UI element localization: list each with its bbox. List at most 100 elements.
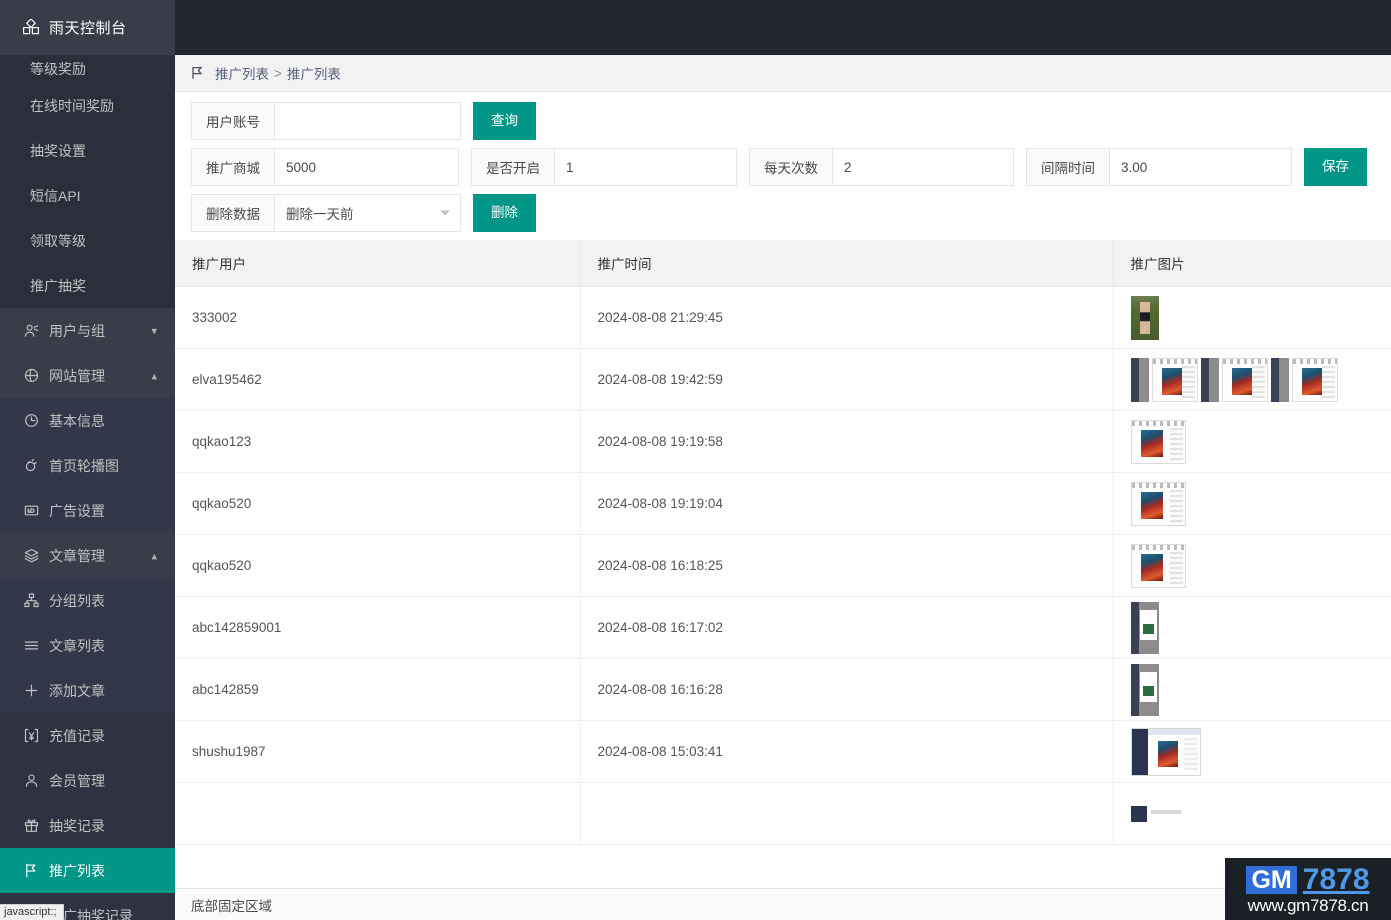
account-input[interactable]: [275, 103, 460, 139]
sidebar-item-5[interactable]: 推广抽奖: [0, 263, 175, 308]
promo-thumbnail[interactable]: [1291, 357, 1338, 402]
save-button[interactable]: 保存: [1304, 148, 1367, 186]
promo-thumbnail[interactable]: [1130, 419, 1186, 464]
col-header-user: 推广用户: [175, 240, 581, 287]
thumbnail-group[interactable]: [1130, 295, 1391, 340]
table-row[interactable]: qqkao520 2024-08-08 19:19:04: [175, 472, 1391, 535]
promo-thumbnail[interactable]: [1130, 727, 1201, 776]
thumbnail-group[interactable]: [1130, 419, 1391, 464]
grid-logo-icon: [23, 19, 40, 36]
interval-input[interactable]: [1110, 149, 1291, 185]
sidebar-item-2[interactable]: 抽奖设置: [0, 128, 175, 173]
sidebar-item-15[interactable]: 充值记录: [0, 713, 175, 758]
table-row[interactable]: qqkao123 2024-08-08 19:19:58: [175, 410, 1391, 473]
cell-image: [1113, 410, 1391, 473]
breadcrumb-separator: >: [274, 65, 282, 81]
sidebar-item-13[interactable]: 文章列表: [0, 623, 175, 668]
thumbnail-group[interactable]: [1130, 727, 1391, 776]
cell-image: [1113, 596, 1391, 659]
sidebar-item-1[interactable]: 在线时间奖励: [0, 83, 175, 128]
flag-icon: [22, 863, 40, 878]
thumbnail-group[interactable]: [1130, 805, 1391, 822]
sidebar-item-label: 文章列表: [49, 637, 105, 654]
sidebar-item-label: 等级奖励: [30, 61, 86, 77]
table-row[interactable]: [175, 782, 1391, 845]
table-row[interactable]: elva195462 2024-08-08 19:42:59: [175, 348, 1391, 411]
table-row[interactable]: abc142859001 2024-08-08 16:17:02: [175, 596, 1391, 659]
watermark-gm: GM: [1246, 865, 1297, 894]
sidebar-item-9[interactable]: 首页轮播图: [0, 443, 175, 488]
promo-thumbnail[interactable]: [1130, 543, 1186, 588]
sidebar-item-label: 短信API: [30, 187, 81, 204]
promo-thumbnail[interactable]: [1130, 481, 1186, 526]
globe-icon: [22, 368, 40, 383]
promo-thumbnail[interactable]: [1151, 357, 1198, 402]
footer-text: 底部固定区域: [191, 898, 272, 914]
enabled-label: 是否开启: [472, 149, 555, 185]
sidebar-item-10[interactable]: 广告设置: [0, 488, 175, 533]
thumbnail-group[interactable]: [1130, 481, 1391, 526]
cell-user: [175, 782, 581, 845]
cell-user: qqkao520: [175, 472, 581, 535]
promo-thumbnail[interactable]: [1130, 357, 1149, 402]
daily-count-field: 每天次数: [749, 148, 1014, 186]
chevron-up-icon: ▴: [151, 550, 157, 562]
cell-user: abc142859001: [175, 596, 581, 659]
table-row[interactable]: shushu1987 2024-08-08 15:03:41: [175, 720, 1391, 783]
promo-thumbnail[interactable]: [1200, 357, 1219, 402]
search-row: 用户账号 查询: [191, 102, 1391, 140]
sidebar-item-17[interactable]: 抽奖记录: [0, 803, 175, 848]
sidebar-item-0[interactable]: 等级奖励: [0, 55, 175, 83]
thumbnail-group[interactable]: [1130, 357, 1391, 402]
col-header-image: 推广图片: [1113, 240, 1391, 287]
table-row[interactable]: 333002 2024-08-08 21:29:45: [175, 286, 1391, 349]
cell-user: shushu1987: [175, 720, 581, 783]
sidebar-item-8[interactable]: 基本信息: [0, 398, 175, 443]
sidebar-item-7[interactable]: 网站管理 ▴: [0, 353, 175, 398]
cell-image: [1113, 782, 1391, 845]
daily-count-input[interactable]: [833, 149, 1013, 185]
promo-thumbnail[interactable]: [1130, 663, 1159, 716]
admin-console-page: 雨天控制台 等级奖励在线时间奖励 抽奖设置短信API 领取等级 推广抽奖 用户与组 ▾ 网站…: [0, 0, 1391, 920]
cell-time: [580, 782, 1114, 845]
layers-icon: [22, 548, 40, 563]
table-row[interactable]: abc142859 2024-08-08 16:16:28: [175, 658, 1391, 721]
mall-label: 推广商城: [192, 149, 275, 185]
cell-image: [1113, 286, 1391, 349]
promo-thumbnail[interactable]: [1221, 357, 1268, 402]
sidebar-item-18[interactable]: 推广列表: [0, 848, 175, 893]
brand-logo[interactable]: 雨天控制台: [0, 0, 175, 55]
promo-thumbnail[interactable]: [1130, 601, 1159, 654]
browser-status-tooltip: javascript:;: [0, 904, 64, 920]
promo-thumbnail[interactable]: [1130, 805, 1201, 822]
user-icon: [22, 773, 40, 788]
sidebar-item-12[interactable]: 分组列表: [0, 578, 175, 623]
enabled-field: 是否开启: [471, 148, 737, 186]
breadcrumb-parent[interactable]: 推广列表: [215, 63, 269, 83]
delete-range-select[interactable]: 删除一天前: [275, 195, 460, 231]
cell-user: 333002: [175, 286, 581, 349]
enabled-input[interactable]: [555, 149, 736, 185]
sidebar-item-4[interactable]: 领取等级: [0, 218, 175, 263]
sidebar: 雨天控制台 等级奖励在线时间奖励 抽奖设置短信API 领取等级 推广抽奖 用户与组 ▾ 网站…: [0, 0, 175, 920]
mall-input[interactable]: [275, 149, 458, 185]
sidebar-item-14[interactable]: 添加文章: [0, 668, 175, 713]
query-button[interactable]: 查询: [473, 102, 536, 140]
sidebar-item-16[interactable]: 会员管理: [0, 758, 175, 803]
status-tooltip-text: javascript:;: [4, 906, 57, 918]
table-row[interactable]: qqkao520 2024-08-08 16:18:25: [175, 534, 1391, 597]
thumbnail-group[interactable]: [1130, 663, 1391, 716]
footer-bar: 底部固定区域: [175, 888, 1391, 920]
promo-thumbnail[interactable]: [1270, 357, 1289, 402]
thumbnail-group[interactable]: [1130, 601, 1391, 654]
promo-thumbnail[interactable]: [1130, 295, 1159, 340]
sidebar-item-3[interactable]: 短信API: [0, 173, 175, 218]
delete-button[interactable]: 删除: [473, 194, 536, 232]
cell-image: [1113, 472, 1391, 535]
sidebar-item-6[interactable]: 用户与组 ▾: [0, 308, 175, 353]
thumbnail-group[interactable]: [1130, 543, 1391, 588]
watermark-number: 7878: [1302, 862, 1370, 896]
cell-time: 2024-08-08 16:18:25: [580, 534, 1114, 597]
table-head: 推广用户 推广时间 推广图片: [175, 240, 1391, 287]
sidebar-item-11[interactable]: 文章管理 ▴: [0, 533, 175, 578]
